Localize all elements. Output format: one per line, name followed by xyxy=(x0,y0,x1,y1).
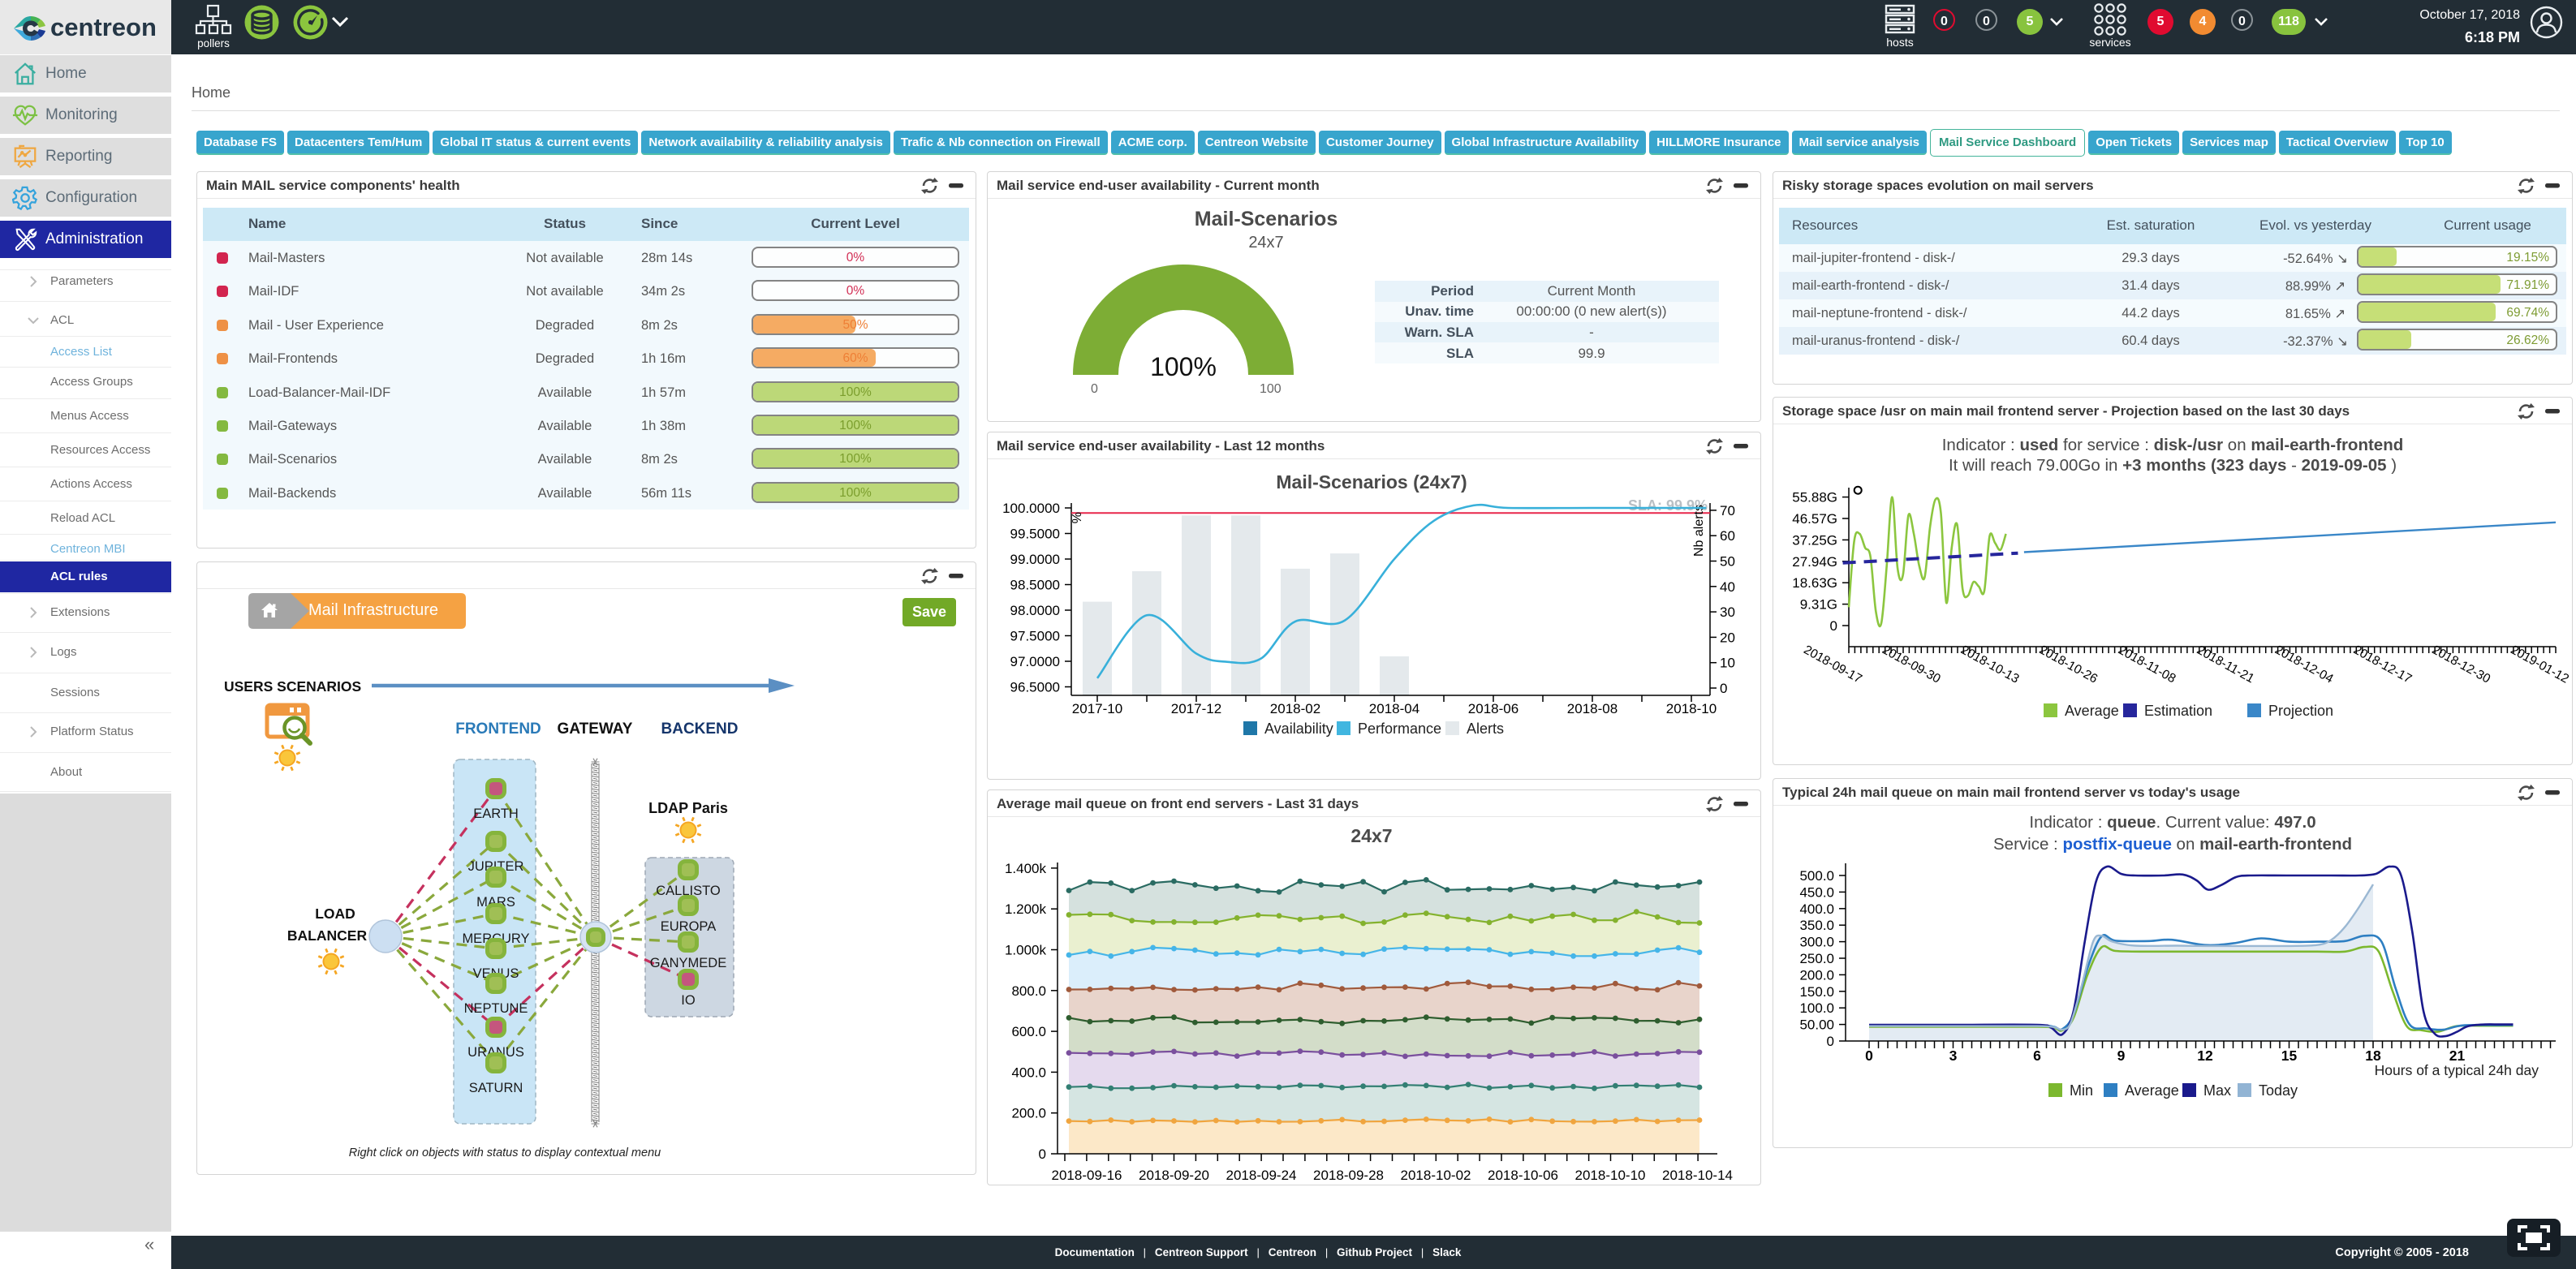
svg-text:800.0: 800.0 xyxy=(1011,983,1046,999)
svg-text:150.0: 150.0 xyxy=(1799,984,1834,1000)
svg-text:2017-12: 2017-12 xyxy=(1171,701,1221,716)
svg-text:18.63G: 18.63G xyxy=(1792,575,1837,591)
svg-text:27.94G: 27.94G xyxy=(1792,554,1837,570)
svg-text:Estimation: Estimation xyxy=(2144,703,2212,719)
svg-text:2018-09-20: 2018-09-20 xyxy=(1139,1168,1209,1183)
svg-text:350.0: 350.0 xyxy=(1799,918,1834,933)
svg-text:97.5000: 97.5000 xyxy=(1010,629,1060,644)
svg-text:2018-10-02: 2018-10-02 xyxy=(1401,1168,1471,1183)
svg-text:24x7: 24x7 xyxy=(1350,825,1392,846)
svg-text:FRONTEND: FRONTEND xyxy=(455,721,541,738)
svg-text:250.0: 250.0 xyxy=(1799,951,1834,966)
svg-text:10: 10 xyxy=(1720,656,1735,671)
svg-text:100.0000: 100.0000 xyxy=(1002,501,1060,516)
svg-text:Availability: Availability xyxy=(1264,721,1333,737)
svg-text:200.0: 200.0 xyxy=(1011,1106,1046,1121)
svg-text:98.5000: 98.5000 xyxy=(1010,578,1060,593)
svg-text:60: 60 xyxy=(1720,528,1735,544)
svg-text:Performance: Performance xyxy=(1358,721,1441,737)
svg-text:97.0000: 97.0000 xyxy=(1010,654,1060,669)
svg-text:40: 40 xyxy=(1720,579,1735,595)
svg-text:Max: Max xyxy=(2203,1082,2231,1099)
svg-text:2018-02: 2018-02 xyxy=(1270,701,1320,716)
svg-text:6: 6 xyxy=(2033,1047,2041,1064)
svg-text:Indicator : queue. Current val: Indicator : queue. Current value: 497.0 xyxy=(2029,813,2315,832)
svg-text:600.0: 600.0 xyxy=(1011,1024,1046,1039)
svg-text:Projection: Projection xyxy=(2268,703,2333,719)
svg-text:2018-06: 2018-06 xyxy=(1468,701,1518,716)
svg-text:0: 0 xyxy=(1827,1034,1834,1049)
svg-text:Today: Today xyxy=(2259,1082,2298,1099)
svg-text:0: 0 xyxy=(1830,618,1837,634)
svg-text:50: 50 xyxy=(1720,554,1735,570)
svg-text:Min: Min xyxy=(2070,1082,2093,1099)
svg-text:LOAD: LOAD xyxy=(315,906,355,922)
svg-text:300.0: 300.0 xyxy=(1799,935,1834,950)
svg-text:%: % xyxy=(1070,512,1084,523)
svg-text:EARTH: EARTH xyxy=(473,807,519,821)
svg-text:Hours of a typical 24h day: Hours of a typical 24h day xyxy=(2375,1062,2539,1078)
svg-text:1.400k: 1.400k xyxy=(1005,861,1047,876)
svg-text:Mail-Scenarios (24x7): Mail-Scenarios (24x7) xyxy=(1276,471,1467,493)
svg-text:99.5000: 99.5000 xyxy=(1010,527,1060,542)
svg-text:12: 12 xyxy=(2197,1047,2213,1064)
svg-text:37.25G: 37.25G xyxy=(1792,532,1837,548)
svg-text:2018-04: 2018-04 xyxy=(1369,701,1419,716)
svg-text:USERS SCENARIOS: USERS SCENARIOS xyxy=(224,678,361,695)
svg-text:2018-09-28: 2018-09-28 xyxy=(1313,1168,1384,1183)
svg-text:GANYMEDE: GANYMEDE xyxy=(650,956,726,970)
svg-text:3: 3 xyxy=(1949,1047,1958,1064)
svg-text:2018-10-06: 2018-10-06 xyxy=(1488,1168,1558,1183)
svg-text:50.00: 50.00 xyxy=(1799,1017,1834,1033)
svg-text:0: 0 xyxy=(1865,1047,1873,1064)
svg-text:Right click on objects with st: Right click on objects with status to di… xyxy=(349,1146,661,1159)
svg-text:100.0: 100.0 xyxy=(1799,1000,1834,1016)
svg-text:2018-10-10: 2018-10-10 xyxy=(1575,1168,1646,1183)
svg-text:Service : postfix-queue on mai: Service : postfix-queue on mail-earth-fr… xyxy=(1993,835,2352,854)
svg-text:Indicator : used for service :: Indicator : used for service : disk-/usr… xyxy=(1942,436,2404,454)
svg-text:0: 0 xyxy=(1720,681,1727,696)
svg-text:2018-10: 2018-10 xyxy=(1666,701,1717,716)
svg-text:2018-08: 2018-08 xyxy=(1567,701,1618,716)
svg-text:96.5000: 96.5000 xyxy=(1010,680,1060,695)
svg-text:It will reach 79.00Go in +3 mo: It will reach 79.00Go in +3 months (323 … xyxy=(1949,456,2397,475)
svg-text:2018-09-16: 2018-09-16 xyxy=(1052,1168,1122,1183)
svg-text:GATEWAY: GATEWAY xyxy=(558,721,633,738)
svg-text:18: 18 xyxy=(2365,1047,2381,1064)
svg-text:400.0: 400.0 xyxy=(1011,1065,1046,1080)
svg-text:2019-01-12: 2019-01-12 xyxy=(2508,643,2571,686)
svg-text:SATURN: SATURN xyxy=(469,1081,523,1095)
svg-text:2018-10-14: 2018-10-14 xyxy=(1662,1168,1733,1183)
svg-text:400.0: 400.0 xyxy=(1799,901,1834,917)
svg-text:9: 9 xyxy=(2117,1047,2126,1064)
svg-text:20: 20 xyxy=(1720,630,1735,645)
svg-text:0: 0 xyxy=(1039,1146,1046,1162)
svg-text:450.0: 450.0 xyxy=(1799,884,1834,900)
svg-text:2018-09-24: 2018-09-24 xyxy=(1226,1168,1297,1183)
svg-text:21: 21 xyxy=(2449,1047,2466,1064)
svg-text:15: 15 xyxy=(2281,1047,2298,1064)
svg-text:Nb alerts: Nb alerts xyxy=(1692,505,1706,557)
svg-text:30: 30 xyxy=(1720,604,1735,620)
svg-text:46.57G: 46.57G xyxy=(1792,511,1837,527)
svg-text:1.000k: 1.000k xyxy=(1005,943,1047,958)
svg-text:IO: IO xyxy=(681,993,696,1008)
svg-text:98.0000: 98.0000 xyxy=(1010,603,1060,618)
svg-text:55.88G: 55.88G xyxy=(1792,490,1837,505)
svg-text:Alerts: Alerts xyxy=(1467,721,1504,737)
svg-text:NEPTUNE: NEPTUNE xyxy=(464,1001,528,1016)
svg-text:70: 70 xyxy=(1720,503,1735,518)
svg-text:500.0: 500.0 xyxy=(1799,868,1834,884)
svg-text:2017-10: 2017-10 xyxy=(1072,701,1122,716)
svg-text:9.31G: 9.31G xyxy=(1800,597,1837,613)
svg-text:1.200k: 1.200k xyxy=(1005,901,1047,917)
svg-text:Average: Average xyxy=(2125,1082,2179,1099)
svg-text:99.0000: 99.0000 xyxy=(1010,552,1060,567)
svg-text:LDAP Paris: LDAP Paris xyxy=(648,800,728,816)
svg-text:BACKEND: BACKEND xyxy=(661,721,739,738)
svg-text:Average: Average xyxy=(2065,703,2119,719)
svg-text:BALANCER: BALANCER xyxy=(287,927,368,944)
svg-text:200.0: 200.0 xyxy=(1799,967,1834,983)
